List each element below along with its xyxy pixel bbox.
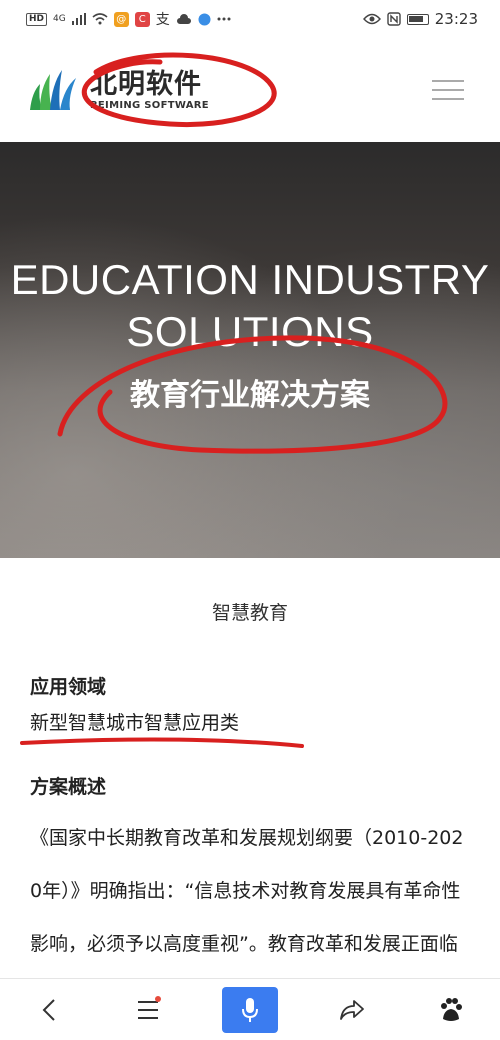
nfc-icon <box>387 12 401 26</box>
site-header: 北明软件 BEIMING SOFTWARE <box>0 38 500 142</box>
battery-icon <box>406 13 429 25</box>
more-icon <box>217 17 231 21</box>
alipay-icon: 支 <box>155 12 170 28</box>
signal-icon <box>71 13 86 25</box>
hero-title: EDUCATION INDUSTRY SOLUTIONS <box>10 256 490 355</box>
hero-banner: EDUCATION INDUSTRY SOLUTIONS 教育行业解决方案 <box>0 142 500 558</box>
field-label: 应用领域 <box>30 676 107 698</box>
back-button[interactable] <box>24 987 74 1033</box>
hamburger-menu-icon[interactable] <box>432 80 464 100</box>
logo-leaf-icon <box>30 70 76 110</box>
share-button[interactable] <box>327 987 377 1033</box>
overview-paragraph: 《国家中长期教育改革和发展规划纲要（2010-2020年）》明确指出：“信息技术… <box>30 827 464 955</box>
status-left: HD 4G @ C 支 <box>26 9 231 29</box>
cloud-icon <box>176 14 191 24</box>
hero-subtitle: 教育行业解决方案 <box>130 378 370 413</box>
back-icon <box>42 998 56 1021</box>
logo-cn-text: 北明软件 <box>90 68 202 100</box>
hd-badge: HD <box>26 12 48 26</box>
voice-search-button[interactable] <box>221 986 278 1033</box>
status-bar: HD 4G @ C 支 23:23 <box>0 0 500 38</box>
menu-button[interactable] <box>123 987 173 1033</box>
logo[interactable]: 北明软件 BEIMING SOFTWARE <box>26 62 209 118</box>
mail-app-icon: @ <box>113 11 129 27</box>
share-icon <box>339 999 364 1020</box>
logo-text: 北明软件 BEIMING SOFTWARE <box>90 68 209 111</box>
status-right: 23:23 <box>362 10 478 28</box>
browser-toolbar <box>0 978 500 1040</box>
browser-icon <box>198 13 211 25</box>
menu-icon <box>138 1000 159 1019</box>
annotation-underline <box>20 737 304 748</box>
logo-en-text: BEIMING SOFTWARE <box>90 99 209 111</box>
mic-icon <box>241 997 258 1022</box>
field-value: 新型智慧城市智慧应用类 <box>30 712 240 734</box>
wifi-icon <box>92 13 108 25</box>
eye-icon <box>362 13 381 25</box>
section-title: 智慧教育 <box>211 602 288 624</box>
baidu-paw-icon <box>440 997 462 1021</box>
app-icon: C <box>134 11 150 27</box>
notification-dot <box>155 995 162 1002</box>
overview-label: 方案概述 <box>30 776 107 798</box>
clock: 23:23 <box>434 10 478 28</box>
signal-label: 4G <box>53 14 66 24</box>
baidu-button[interactable] <box>426 987 476 1033</box>
